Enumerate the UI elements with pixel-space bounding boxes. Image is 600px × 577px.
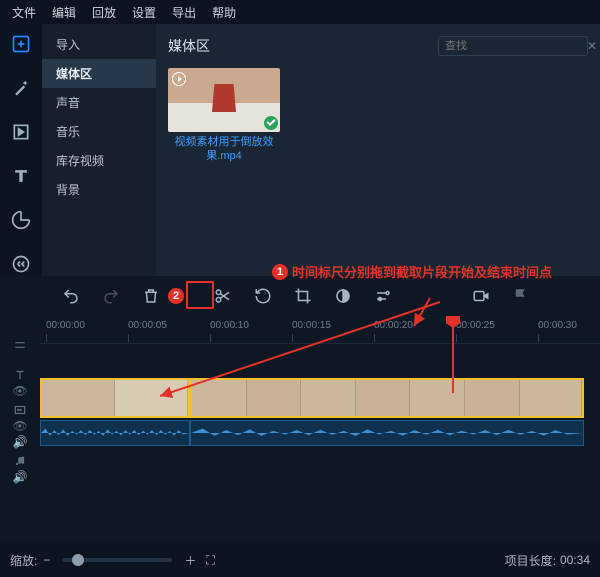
zoom-slider[interactable] bbox=[62, 558, 172, 562]
transitions-icon[interactable] bbox=[7, 120, 35, 144]
ruler-tick: 00:00:10 bbox=[210, 320, 249, 331]
search-input[interactable] bbox=[445, 40, 587, 52]
track-video-header[interactable]: 👁 🔊 bbox=[0, 402, 40, 450]
timeline[interactable]: 00:00:00 00:00:05 00:00:10 00:00:15 00:0… bbox=[40, 316, 600, 526]
audio-clip-1[interactable] bbox=[40, 420, 190, 446]
menu-edit[interactable]: 编辑 bbox=[44, 4, 84, 21]
media-title: 媒体区 bbox=[168, 36, 438, 56]
annotation-badge-2: 2 bbox=[168, 288, 184, 304]
track-titles-header[interactable]: 👁 bbox=[0, 364, 40, 402]
timeline-toolbar bbox=[0, 276, 600, 316]
marker-flag-icon[interactable] bbox=[510, 285, 532, 307]
subnav-media[interactable]: 媒体区 bbox=[42, 59, 156, 88]
media-clip-name: 视频素材用于倒放效果.mp4 bbox=[168, 135, 280, 164]
ruler-tick: 00:00:25 bbox=[456, 320, 495, 331]
search-box[interactable]: ✕ bbox=[438, 36, 588, 56]
crop-icon[interactable] bbox=[292, 285, 314, 307]
speaker-icon[interactable]: 🔊 bbox=[13, 470, 28, 484]
ruler-tick: 00:00:05 bbox=[128, 320, 167, 331]
time-ruler[interactable]: 00:00:00 00:00:05 00:00:10 00:00:15 00:0… bbox=[40, 318, 600, 344]
footer-bar: 缩放: − ＋ ⛶ 项目长度: 00:34 bbox=[0, 543, 600, 577]
annotation-badge-1: 1 bbox=[272, 264, 288, 280]
eye-icon[interactable]: 👁 bbox=[12, 384, 27, 398]
rotate-icon[interactable] bbox=[252, 285, 274, 307]
track-header-rail: 👁 👁 🔊 🔊 bbox=[0, 316, 40, 526]
video-track[interactable] bbox=[40, 378, 600, 418]
video-clip-2[interactable] bbox=[190, 378, 584, 418]
add-media-icon[interactable] bbox=[7, 32, 35, 56]
zoom-in-icon[interactable]: ＋ bbox=[184, 552, 196, 569]
annotation-highlight-2 bbox=[186, 281, 214, 309]
audio-clip-2[interactable] bbox=[190, 420, 584, 446]
color-adjust-icon[interactable] bbox=[332, 285, 354, 307]
subnav-sound[interactable]: 声音 bbox=[42, 88, 156, 117]
left-tool-rail bbox=[0, 24, 42, 276]
menu-help[interactable]: 帮助 bbox=[204, 4, 244, 21]
zoom-label: 缩放: bbox=[10, 552, 37, 569]
split-scissors-icon[interactable] bbox=[212, 285, 234, 307]
more-tools-icon[interactable] bbox=[7, 252, 35, 276]
media-subnav: 导入 媒体区 声音 音乐 库存视频 背景 bbox=[42, 24, 156, 276]
menu-settings[interactable]: 设置 bbox=[124, 4, 164, 21]
ruler-tick: 00:00:15 bbox=[292, 320, 331, 331]
zoom-out-icon[interactable]: − bbox=[43, 553, 50, 567]
zoom-knob[interactable] bbox=[72, 554, 84, 566]
track-audio-header[interactable]: 🔊 bbox=[0, 450, 40, 488]
fit-zoom-icon[interactable]: ⛶ bbox=[206, 553, 214, 568]
ruler-tick: 00:00:20 bbox=[374, 320, 413, 331]
ruler-tick: 00:00:00 bbox=[46, 320, 85, 331]
annotation-1: 1 时间标尺分别拖到截取片段开始及结束时间点 bbox=[272, 262, 552, 281]
track-ruler-options[interactable] bbox=[0, 326, 40, 364]
ruler-tick: 00:00:30 bbox=[538, 320, 577, 331]
clip-props-icon[interactable] bbox=[372, 285, 394, 307]
wand-icon[interactable] bbox=[7, 76, 35, 100]
speaker-icon[interactable]: 🔊 bbox=[13, 435, 28, 449]
project-length-label: 项目长度: bbox=[505, 552, 556, 569]
project-length-value: 00:34 bbox=[560, 553, 590, 567]
titles-icon[interactable] bbox=[7, 164, 35, 188]
annotation-text-1: 时间标尺分别拖到截取片段开始及结束时间点 bbox=[292, 262, 552, 281]
playhead[interactable] bbox=[452, 318, 454, 393]
eye-icon[interactable]: 👁 bbox=[12, 419, 27, 433]
stickers-icon[interactable] bbox=[7, 208, 35, 232]
undo-icon[interactable] bbox=[60, 285, 82, 307]
menu-file[interactable]: 文件 bbox=[4, 4, 44, 21]
subnav-stock[interactable]: 库存视频 bbox=[42, 146, 156, 175]
subnav-import[interactable]: 导入 bbox=[42, 30, 156, 59]
linked-audio-track[interactable] bbox=[40, 420, 600, 446]
used-check-icon bbox=[264, 116, 278, 130]
record-icon[interactable] bbox=[470, 285, 492, 307]
menu-bar: 文件 编辑 回放 设置 导出 帮助 bbox=[0, 0, 600, 24]
video-clip-1[interactable] bbox=[40, 378, 190, 418]
delete-icon[interactable] bbox=[140, 285, 162, 307]
clear-search-icon[interactable]: ✕ bbox=[587, 39, 597, 53]
media-thumb[interactable]: 视频素材用于倒放效果.mp4 bbox=[168, 68, 280, 164]
menu-playback[interactable]: 回放 bbox=[84, 4, 124, 21]
redo-icon[interactable] bbox=[100, 285, 122, 307]
subnav-bg[interactable]: 背景 bbox=[42, 175, 156, 204]
media-panel: 媒体区 ✕ 视频素材用于倒放效果.mp4 bbox=[156, 24, 600, 276]
subnav-music[interactable]: 音乐 bbox=[42, 117, 156, 146]
menu-export[interactable]: 导出 bbox=[164, 4, 204, 21]
play-icon bbox=[172, 72, 186, 86]
